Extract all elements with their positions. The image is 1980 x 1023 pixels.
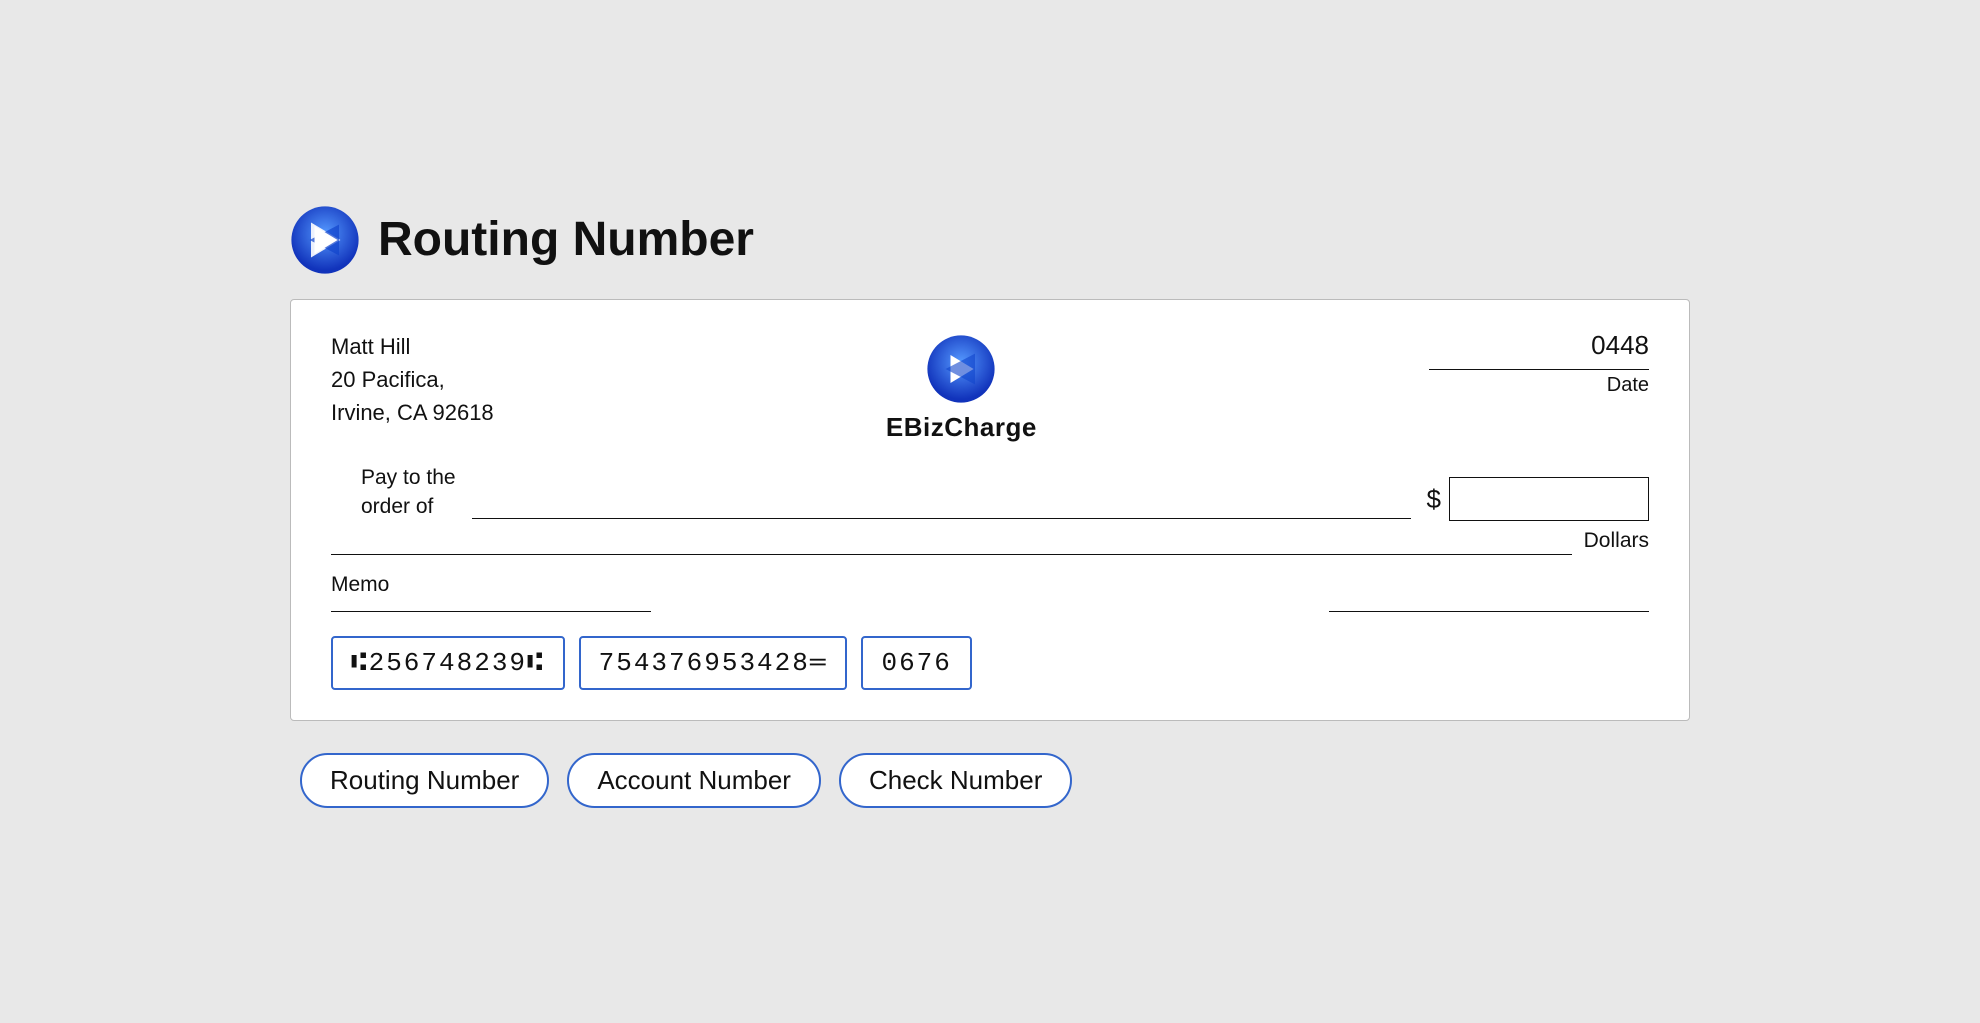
memo-label: Memo [331, 573, 1649, 597]
dollars-label: Dollars [1572, 529, 1649, 553]
routing-number-badge: Routing Number [300, 753, 549, 808]
memo-line-right [1329, 611, 1649, 612]
account-number-badge: Account Number [567, 753, 821, 808]
dollar-box-wrap: $ [1427, 477, 1649, 521]
micr-routing-text: ⑆256748239⑆ [351, 648, 545, 678]
outer-container: Routing Number Matt Hill 20 Pacifica, Ir… [250, 175, 1730, 849]
dollars-row: Dollars [331, 529, 1649, 555]
micr-routing-box: ⑆256748239⑆ [331, 636, 565, 690]
check-number: 0448 [1429, 330, 1649, 361]
memo-row: Memo [331, 573, 1649, 612]
page-title-row: Routing Number [290, 205, 1690, 275]
micr-check-text: 0676 [881, 648, 951, 678]
address-line2: Irvine, CA 92618 [331, 396, 494, 429]
micr-account-box: 754376953428═ [579, 636, 848, 690]
micr-row: ⑆256748239⑆ 754376953428═ 0676 [331, 636, 1649, 690]
pay-to-row: Pay to theorder of $ [361, 463, 1649, 522]
labels-row: Routing Number Account Number Check Numb… [290, 753, 1690, 808]
pay-to-line [472, 518, 1411, 519]
pay-to-label: Pay to theorder of [361, 463, 456, 522]
check-address: Matt Hill 20 Pacifica, Irvine, CA 92618 [331, 330, 494, 429]
dollars-line [331, 554, 1572, 555]
check-number-badge: Check Number [839, 753, 1072, 808]
memo-lines [331, 611, 1649, 612]
address-line1: 20 Pacifica, [331, 363, 494, 396]
date-label: Date [1429, 374, 1649, 397]
dollar-sign: $ [1427, 484, 1441, 515]
micr-account-text: 754376953428═ [599, 648, 828, 678]
memo-line-left [331, 611, 651, 612]
check-center-logo: EBizCharge [886, 334, 1037, 443]
brand-name: EBizCharge [886, 412, 1037, 443]
date-underline [1429, 369, 1649, 370]
amount-box[interactable] [1449, 477, 1649, 521]
page-title: Routing Number [378, 212, 754, 267]
check-top-right: 0448 Date [1429, 330, 1649, 397]
owner-name: Matt Hill [331, 330, 494, 363]
brand-logo-icon [926, 334, 996, 404]
micr-check-box: 0676 [861, 636, 971, 690]
check-container: Matt Hill 20 Pacifica, Irvine, CA 92618 [290, 299, 1690, 722]
header-logo-icon [290, 205, 360, 275]
check-top-row: Matt Hill 20 Pacifica, Irvine, CA 92618 [331, 330, 1649, 443]
